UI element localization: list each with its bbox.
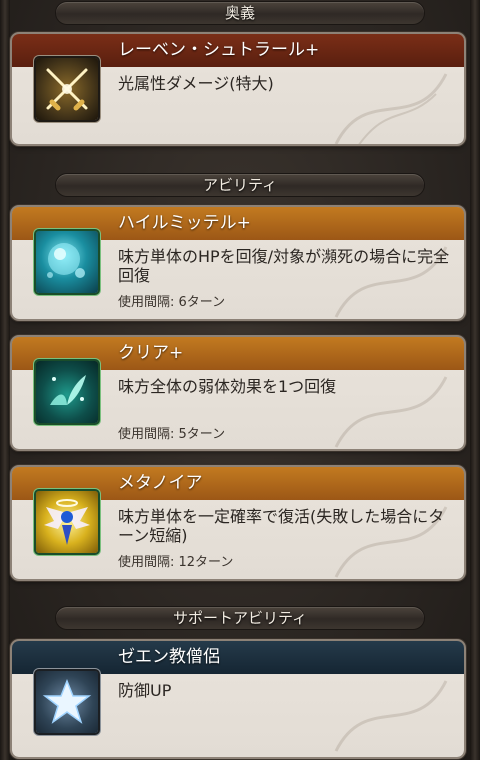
ability-card[interactable]: メタノイア 味方単体を一定確率で復活(失敗した場合にターン短縮) 使用間隔: 1… <box>12 467 464 579</box>
ougi-card[interactable]: レーベン・シュトラール+ 光属性ダメージ(特大) <box>12 34 464 144</box>
ability-description: 味方全体の弱体効果を1つ回復 <box>118 377 337 396</box>
ability-card[interactable]: クリア+ 味方全体の弱体効果を1つ回復 使用間隔: 5ターン <box>12 337 464 449</box>
right-frame <box>470 0 480 760</box>
support-name: ゼエン教僧侶 <box>12 641 464 674</box>
ability-card[interactable]: ハイルミッテル+ 味方単体のHPを回復/対象が瀕死の場合に完全回復 使用間隔: … <box>12 207 464 319</box>
ability-description: 味方単体を一定確率で復活(失敗した場合にターン短縮) <box>118 507 445 545</box>
ability-cooldown: 使用間隔: 5ターン <box>118 427 226 442</box>
ability-cooldown: 使用間隔: 6ターン <box>118 295 226 310</box>
left-frame <box>0 0 10 760</box>
ability-cooldown: 使用間隔: 12ターン <box>118 555 234 570</box>
leaf-sprout-icon <box>36 361 98 423</box>
winged-angel-icon <box>36 491 98 553</box>
section-header-abilities: アビリティ <box>56 174 424 196</box>
section-header-support: サポートアビリティ <box>56 607 424 629</box>
ability-description: 味方単体のHPを回復/対象が瀕死の場合に完全回復 <box>118 247 450 285</box>
support-card[interactable]: ゼエン教僧侶 防御UP <box>12 641 464 757</box>
support-description: 防御UP <box>118 681 172 700</box>
crossed-swords-icon <box>36 58 98 120</box>
star-icon <box>36 671 98 733</box>
ougi-description: 光属性ダメージ(特大) <box>118 74 274 93</box>
section-header-ougi: 奥義 <box>56 2 424 24</box>
water-orb-icon <box>36 231 98 293</box>
